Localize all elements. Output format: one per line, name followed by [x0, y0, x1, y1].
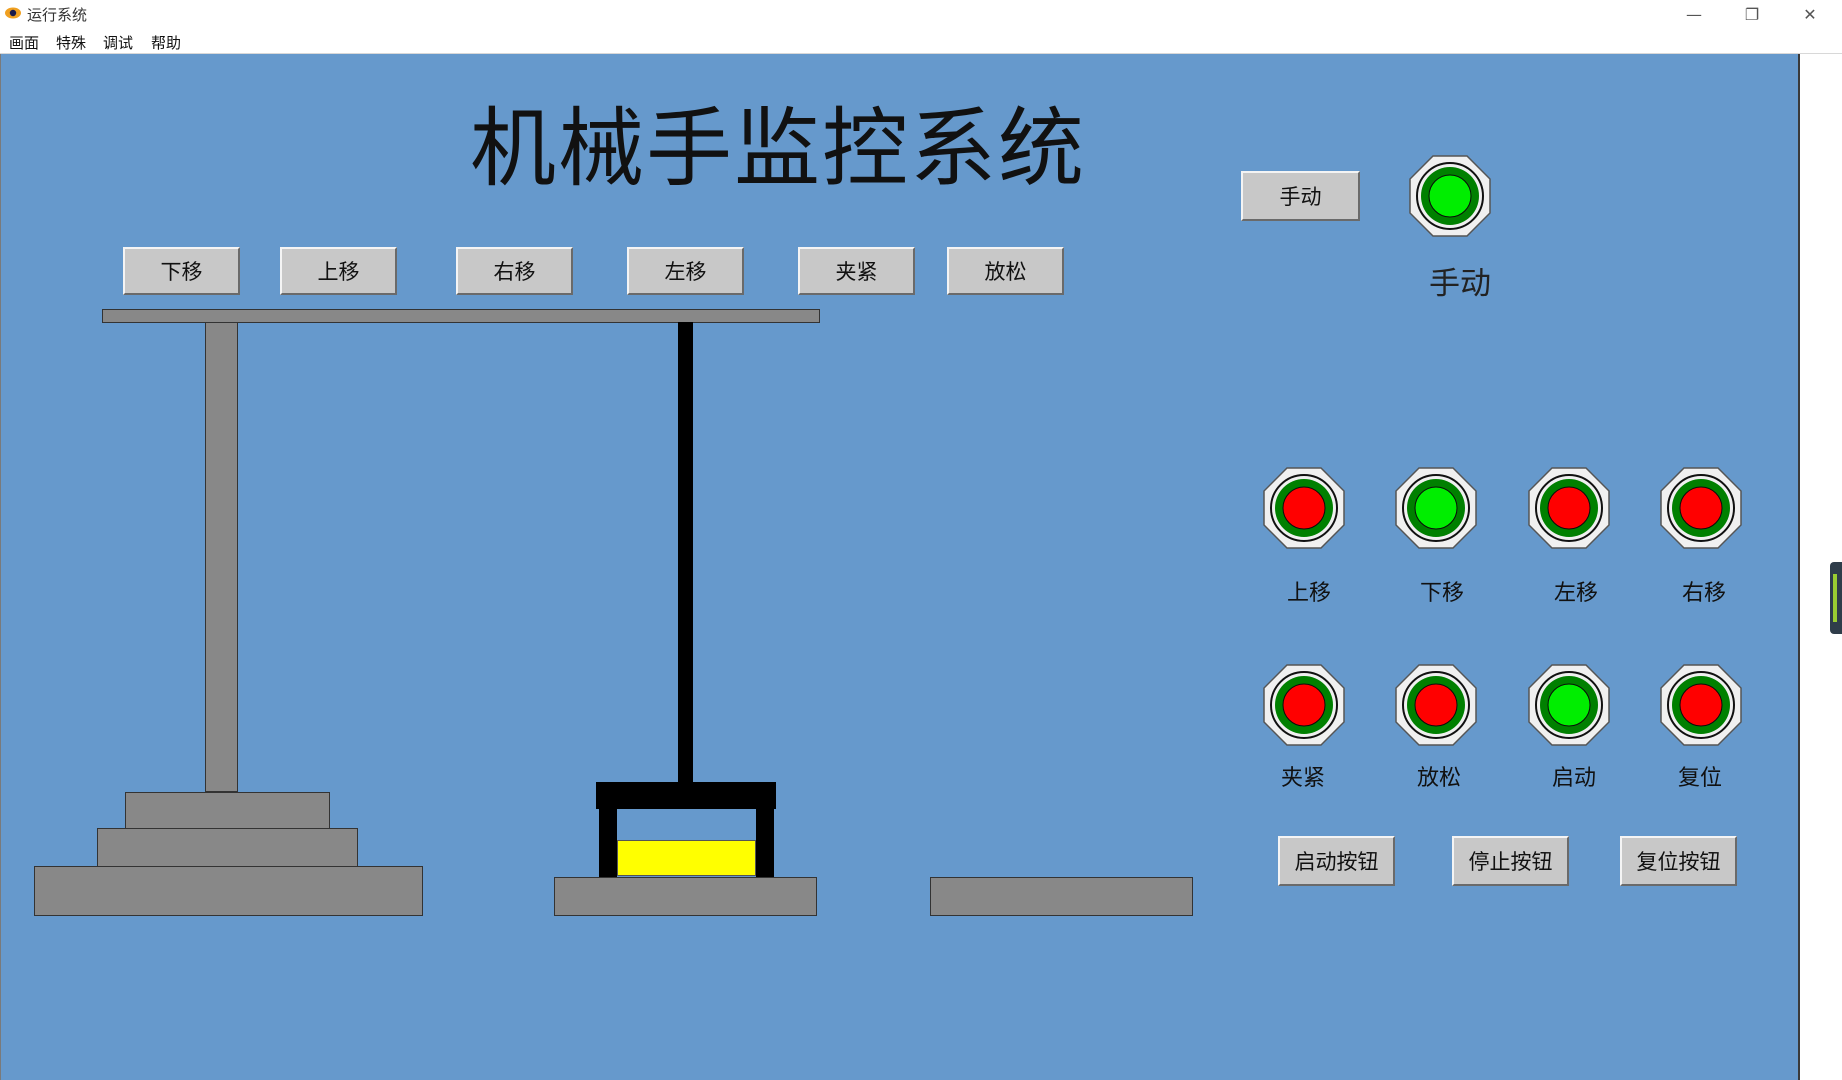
- base-middle-tier: [97, 828, 358, 867]
- eye-app-icon: [5, 7, 21, 19]
- platform-a: [554, 877, 817, 916]
- start-indicator-label: 启动: [1551, 766, 1596, 791]
- move-left-button[interactable]: 左移: [627, 247, 744, 295]
- minimize-button[interactable]: —: [1665, 0, 1723, 29]
- window-title: 运行系统: [27, 6, 88, 24]
- manual-button[interactable]: 手动: [1241, 171, 1360, 221]
- gripper-right-jaw: [756, 806, 774, 878]
- release-indicator: [1395, 664, 1477, 746]
- reset-indicator: [1660, 664, 1742, 746]
- crossbeam: [102, 309, 820, 323]
- side-handle[interactable]: [1830, 562, 1842, 634]
- release-button[interactable]: 放松: [947, 247, 1064, 295]
- move-down-indicator: [1395, 467, 1477, 549]
- menu-debug[interactable]: 调试: [103, 32, 133, 53]
- reset-indicator-label: 复位: [1677, 766, 1722, 791]
- workpiece: [617, 840, 756, 876]
- move-left-indicator-label: 左移: [1553, 581, 1598, 606]
- gripper-left-jaw: [599, 806, 617, 878]
- menu-special[interactable]: 特殊: [56, 32, 86, 53]
- manual-lamp-indicator: [1409, 155, 1491, 237]
- manual-lamp-label: 手动: [1429, 266, 1491, 302]
- menu-screen[interactable]: 画面: [9, 32, 39, 53]
- close-button[interactable]: ✕: [1781, 0, 1839, 29]
- clamp-button[interactable]: 夹紧: [798, 247, 915, 295]
- page-title: 机械手监控系统: [470, 99, 1086, 199]
- move-up-indicator: [1263, 467, 1345, 549]
- base-top-tier: [125, 792, 330, 829]
- move-up-indicator-label: 上移: [1286, 581, 1331, 606]
- start-button[interactable]: 启动按钮: [1278, 836, 1395, 886]
- release-indicator-label: 放松: [1416, 766, 1461, 791]
- menu-bar: 画面 特殊 调试 帮助: [0, 29, 1842, 54]
- menu-help[interactable]: 帮助: [151, 32, 181, 53]
- restore-button[interactable]: ❐: [1723, 0, 1781, 29]
- column: [205, 322, 238, 792]
- move-right-indicator: [1660, 467, 1742, 549]
- move-up-button[interactable]: 上移: [280, 247, 397, 295]
- move-down-indicator-label: 下移: [1419, 581, 1464, 606]
- window-titlebar: 运行系统 — ❐ ✕: [0, 0, 1842, 29]
- move-right-indicator-label: 右移: [1681, 581, 1726, 606]
- platform-b: [930, 877, 1193, 916]
- move-down-button[interactable]: 下移: [123, 247, 240, 295]
- scada-canvas: [0, 54, 1800, 1080]
- clamp-indicator: [1263, 664, 1345, 746]
- base-bottom-tier: [34, 866, 423, 916]
- clamp-indicator-label: 夹紧: [1280, 766, 1325, 791]
- move-left-indicator: [1528, 467, 1610, 549]
- start-indicator: [1528, 664, 1610, 746]
- reset-button[interactable]: 复位按钮: [1620, 836, 1737, 886]
- vertical-arm: [678, 322, 693, 782]
- gripper-head: [596, 782, 776, 809]
- move-right-button[interactable]: 右移: [456, 247, 573, 295]
- stop-button[interactable]: 停止按钮: [1452, 836, 1569, 886]
